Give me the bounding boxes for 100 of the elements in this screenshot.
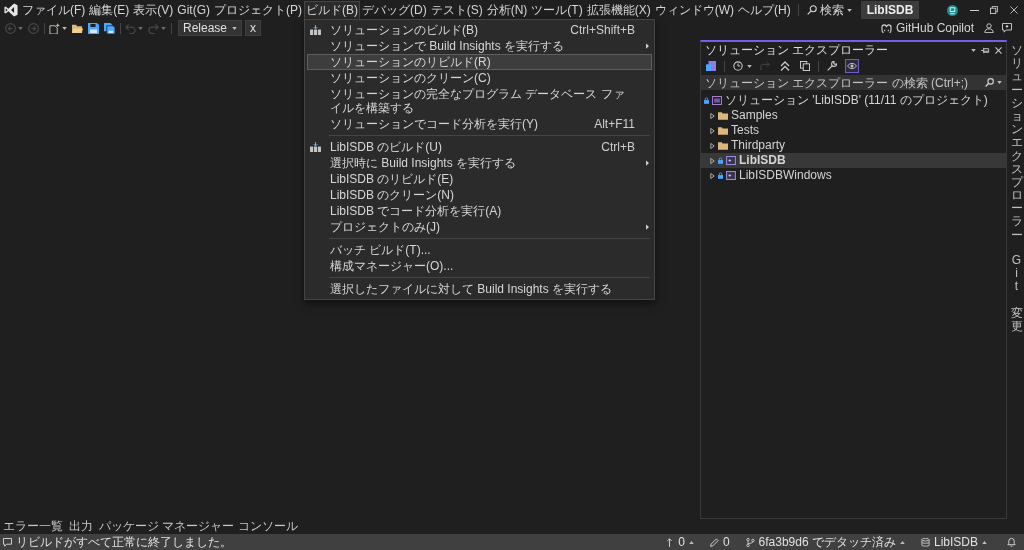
- side-tab[interactable]: ソリューションエクスプローラー: [1008, 42, 1023, 244]
- menu-option[interactable]: ソリューションのリビルド(R): [307, 53, 652, 70]
- menu-item[interactable]: デバッグ(D): [360, 0, 429, 20]
- caret-icon[interactable]: [997, 81, 1002, 84]
- menu-item[interactable]: 分析(N): [484, 0, 530, 20]
- tree-item[interactable]: Thirdparty: [701, 138, 1006, 153]
- menu-option[interactable]: 選択時に Build Insights を実行する: [307, 154, 652, 171]
- save-all-icon[interactable]: [104, 22, 115, 34]
- caret-icon[interactable]: [62, 26, 67, 30]
- menu-option[interactable]: LibISDB でコード分析を実行(A): [307, 202, 652, 219]
- menu-option[interactable]: ソリューションで Build Insights を実行する: [307, 37, 652, 54]
- menu-option[interactable]: LibISDB のリビルド(E): [307, 170, 652, 187]
- restore-icon: [990, 6, 998, 14]
- branch-icon: [745, 537, 755, 547]
- account-icon[interactable]: [947, 4, 958, 16]
- menu-option[interactable]: ソリューションのクリーン(C): [307, 69, 652, 86]
- goggles-icon: [880, 23, 892, 33]
- menu-option[interactable]: LibISDB のクリーン(N): [307, 186, 652, 203]
- search-icon: [985, 78, 994, 87]
- collapsed-arrow-icon[interactable]: [709, 172, 715, 179]
- side-tab[interactable]: Git 変更: [1008, 251, 1023, 335]
- search-button[interactable]: 検索: [803, 0, 855, 20]
- shortcut-text: Ctrl+B: [601, 139, 635, 154]
- menu-option[interactable]: 構成マネージャー(O)...: [307, 257, 652, 274]
- tree-item[interactable]: LibISDB: [701, 153, 1006, 168]
- copilot-button[interactable]: GitHub Copilot: [880, 21, 974, 35]
- folder-icon[interactable]: [72, 22, 83, 34]
- status-item[interactable]: LibISDB: [920, 535, 987, 549]
- logo-icon: [4, 3, 18, 17]
- menu-item[interactable]: ビルド(B): [304, 0, 360, 20]
- menu-item[interactable]: ファイル(F): [20, 0, 88, 20]
- project-icon: [726, 156, 736, 165]
- menu-item[interactable]: プロジェクト(P): [212, 0, 304, 20]
- menu-item[interactable]: ヘルプ(H): [736, 0, 793, 20]
- tree-item[interactable]: ソリューション 'LibISDB' (11/11 のプロジェクト): [701, 93, 1006, 108]
- caret-icon[interactable]: [688, 540, 694, 544]
- build-icon: [310, 141, 321, 152]
- speech-bubble-icon: [3, 537, 12, 547]
- minimize-icon: [969, 9, 979, 11]
- eye-icon[interactable]: [845, 59, 859, 73]
- menu-option[interactable]: 選択したファイルに対して Build Insights を実行する: [307, 280, 652, 297]
- tree-item[interactable]: Samples: [701, 108, 1006, 123]
- bottom-tab[interactable]: パッケージ マネージャー コンソール: [99, 519, 298, 534]
- caret-icon[interactable]: [747, 64, 752, 68]
- clock-icon[interactable]: [731, 59, 745, 73]
- build-icon: [310, 24, 321, 35]
- tree-item[interactable]: Tests: [701, 123, 1006, 138]
- tree-item[interactable]: LibISDBWindows: [701, 168, 1006, 183]
- menu-option[interactable]: バッチ ビルド(T)...: [307, 241, 652, 258]
- collapsed-arrow-icon[interactable]: [709, 127, 715, 134]
- menu-item[interactable]: ウィンドウ(W): [652, 0, 736, 20]
- menu-item[interactable]: 拡張機能(X): [584, 0, 653, 20]
- caret-icon[interactable]: [232, 26, 238, 30]
- configuration-dropdown[interactable]: Release: [178, 20, 243, 36]
- collapsed-arrow-icon[interactable]: [709, 142, 715, 149]
- status-message: リビルドがすべて正常に終了しました。: [16, 533, 232, 550]
- pencil-icon: [709, 537, 719, 547]
- platform-dropdown[interactable]: x: [245, 20, 262, 36]
- menu-option[interactable]: LibISDB のビルド(U) Ctrl+B: [307, 138, 652, 155]
- status-item[interactable]: 0: [709, 535, 730, 549]
- menu-item[interactable]: ツール(T): [529, 0, 585, 20]
- save-icon[interactable]: [88, 22, 99, 34]
- close-icon[interactable]: [995, 46, 1002, 54]
- wrench-icon[interactable]: [825, 59, 839, 73]
- shortcut-text: Alt+F11: [594, 116, 635, 131]
- project-icon: [726, 171, 736, 180]
- menu-option[interactable]: ソリューションのビルド(B) Ctrl+Shift+B: [307, 21, 652, 38]
- panels-icon[interactable]: [704, 59, 718, 73]
- pin-icon[interactable]: [981, 46, 990, 54]
- collapse-icon[interactable]: [778, 59, 792, 73]
- menu-item[interactable]: 表示(V): [131, 0, 176, 20]
- search-field[interactable]: ソリューション エクスプローラー の検索 (Ctrl+;): [701, 75, 1006, 90]
- solution-name-badge[interactable]: LibISDB: [860, 1, 920, 19]
- caret-icon[interactable]: [846, 8, 852, 12]
- caret-icon[interactable]: [899, 540, 905, 544]
- menu-item[interactable]: テスト(S): [428, 0, 485, 20]
- search-icon: [806, 5, 817, 15]
- menu-option[interactable]: ソリューションでコード分析を実行(Y) Alt+F11: [307, 115, 652, 132]
- shortcut-text: Ctrl+Shift+B: [570, 22, 635, 37]
- bottom-tab[interactable]: 出力: [69, 519, 93, 534]
- menu-item[interactable]: Git(G): [175, 0, 212, 20]
- caret-icon[interactable]: [971, 48, 976, 52]
- menu-option[interactable]: ソリューションの完全なプログラム データベース ファイルを構築する: [307, 85, 652, 116]
- database-icon: [920, 537, 930, 547]
- solution-icon: [712, 96, 722, 105]
- person-icon[interactable]: [984, 23, 994, 33]
- menu-option[interactable]: プロジェクトのみ(J): [307, 218, 652, 235]
- status-item[interactable]: 6fa3b9d6 でデタッチ済み: [745, 533, 905, 550]
- caret-icon[interactable]: [982, 540, 987, 544]
- bottom-tab[interactable]: エラー一覧: [3, 519, 63, 534]
- up-arrow-icon: [665, 537, 675, 547]
- close-icon: [1010, 6, 1018, 14]
- status-item[interactable]: 0: [665, 535, 694, 549]
- speech-bubble-icon[interactable]: [1002, 23, 1012, 33]
- bell-icon[interactable]: [1007, 537, 1016, 547]
- pages-icon[interactable]: [798, 59, 812, 73]
- collapsed-arrow-icon[interactable]: [709, 112, 715, 119]
- new-file-icon[interactable]: [49, 22, 60, 34]
- collapsed-arrow-icon[interactable]: [709, 157, 715, 164]
- menu-item[interactable]: 編集(E): [87, 0, 132, 20]
